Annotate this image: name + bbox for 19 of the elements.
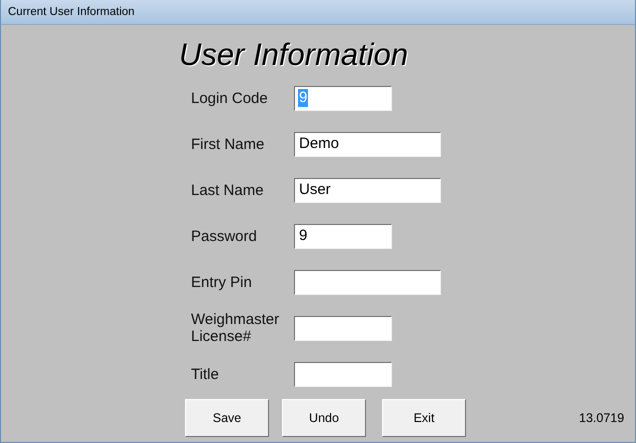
version-number: 13.0719: [579, 411, 624, 425]
form-heading: User Information: [179, 37, 410, 73]
field-label: First Name: [191, 136, 266, 152]
input-field[interactable]: [294, 270, 441, 294]
form-button[interactable]: Undo: [282, 399, 366, 437]
input-field[interactable]: Demo: [294, 132, 441, 156]
form-button[interactable]: Save: [185, 399, 269, 437]
input-field[interactable]: [294, 362, 392, 386]
field-label: Entry Pin: [191, 274, 253, 290]
field-label: Weighmaster License#: [191, 311, 280, 345]
input-field[interactable]: [294, 316, 392, 340]
input-field[interactable]: User: [294, 178, 441, 202]
field-label: Password: [191, 228, 258, 244]
field-label: Login Code: [191, 90, 269, 106]
field-label: Last Name: [191, 182, 265, 198]
input-field[interactable]: 9: [294, 224, 392, 248]
form-button[interactable]: Exit: [382, 399, 466, 437]
field-label: Title: [191, 366, 220, 382]
window-title: Current User Information: [8, 6, 135, 18]
